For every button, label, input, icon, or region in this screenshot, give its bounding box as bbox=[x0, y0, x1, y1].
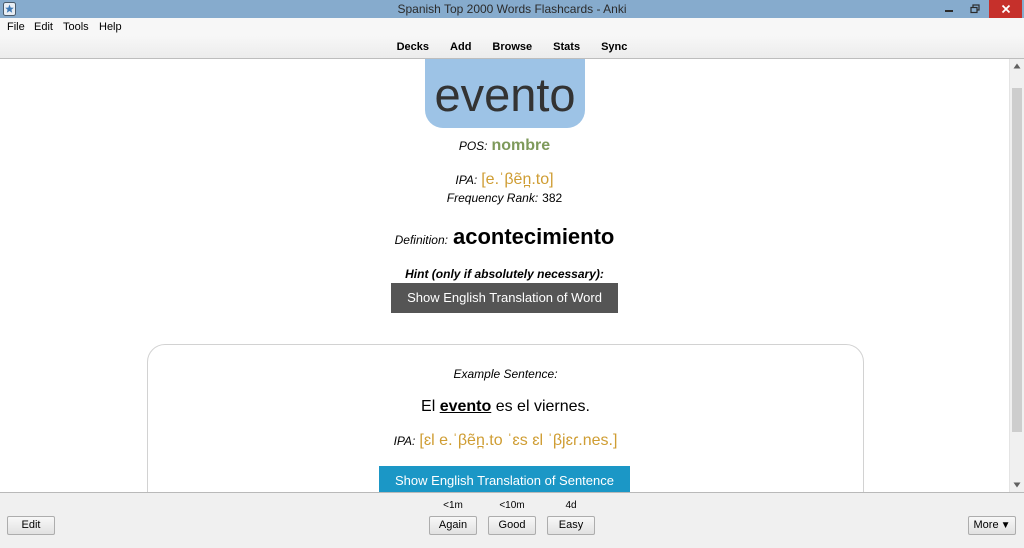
ipa-label: IPA: bbox=[455, 173, 478, 187]
word-box: evento bbox=[425, 59, 585, 128]
card-view: evento POS: nombre IPA: [e.ˈβẽn̪.to] Frequ… bbox=[0, 59, 1009, 492]
menu-help[interactable]: Help bbox=[97, 18, 124, 36]
scrollbar-thumb[interactable] bbox=[1012, 88, 1022, 432]
easy-button[interactable]: Easy bbox=[547, 516, 595, 535]
ipa-value: [e.ˈβẽn̪.to] bbox=[481, 171, 554, 188]
pos-label: POS: bbox=[458, 139, 488, 153]
toolbar-add[interactable]: Add bbox=[450, 40, 471, 54]
again-interval: <1m bbox=[443, 500, 463, 511]
minimize-icon bbox=[945, 10, 953, 12]
again-button[interactable]: Again bbox=[429, 516, 477, 535]
restore-button[interactable] bbox=[963, 0, 987, 18]
pos-value: nombre bbox=[491, 137, 551, 154]
good-interval: <10m bbox=[499, 500, 525, 511]
caret-down-icon: ▼ bbox=[1000, 520, 1011, 531]
close-button[interactable] bbox=[989, 0, 1022, 18]
easy-interval: 4d bbox=[565, 500, 577, 511]
hint-label: Hint (only if absolutely necessary): bbox=[405, 267, 604, 281]
example-sentence-label-row: Example Sentence: bbox=[148, 364, 863, 384]
sentence-after: es el viernes. bbox=[491, 398, 590, 415]
menu-bar: File Edit Tools Help bbox=[0, 18, 1024, 36]
menu-tools[interactable]: Tools bbox=[61, 18, 91, 36]
scroll-up-arrow-icon bbox=[1013, 63, 1021, 69]
answer-bar: Edit <1m Again <10m Good 4d Easy More ▼ bbox=[0, 492, 1024, 548]
edit-button[interactable]: Edit bbox=[7, 516, 55, 535]
good-button[interactable]: Good bbox=[488, 516, 536, 535]
frequency-rank-value: 382 bbox=[542, 191, 563, 205]
main-toolbar: Decks Add Browse Stats Sync bbox=[0, 36, 1024, 59]
title-bar: Spanish Top 2000 Words Flashcards - Anki bbox=[0, 0, 1024, 18]
toolbar-sync[interactable]: Sync bbox=[601, 40, 627, 54]
scroll-up-button[interactable] bbox=[1010, 59, 1024, 73]
anki-window: Spanish Top 2000 Words Flashcards - Anki… bbox=[0, 0, 1024, 548]
example-sentence-box: Example Sentence: El evento es el vierne… bbox=[147, 344, 864, 492]
close-icon bbox=[1001, 4, 1010, 14]
example-sentence: El evento es el viernes. bbox=[148, 396, 863, 418]
more-label: More bbox=[973, 519, 999, 531]
sentence-ipa-value: [ɛl e.ˈβẽn̪.to ˈɛs ɛl ˈβjɛɾ.nes.] bbox=[419, 432, 618, 449]
sentence-highlighted-word: evento bbox=[439, 398, 492, 415]
toolbar-decks[interactable]: Decks bbox=[397, 40, 429, 54]
definition-value: acontecimiento bbox=[453, 224, 615, 249]
toolbar-browse[interactable]: Browse bbox=[492, 40, 532, 54]
example-sentence-label: Example Sentence: bbox=[453, 367, 558, 381]
definition-label: Definition: bbox=[394, 233, 448, 247]
scroll-down-button[interactable] bbox=[1010, 478, 1024, 492]
more-button[interactable]: More ▼ bbox=[968, 516, 1016, 535]
frequency-rank-label: Frequency Rank: bbox=[446, 191, 539, 205]
frequency-rank-row: Frequency Rank: 382 bbox=[0, 188, 1009, 208]
sentence-ipa-label: IPA: bbox=[393, 434, 416, 448]
menu-edit[interactable]: Edit bbox=[32, 18, 55, 36]
show-word-translation-button[interactable]: Show English Translation of Word bbox=[391, 283, 618, 313]
show-sentence-translation-button[interactable]: Show English Translation of Sentence bbox=[379, 466, 630, 492]
sentence-before: El bbox=[421, 398, 440, 415]
definition-row: Definition: acontecimiento bbox=[0, 223, 1009, 254]
window-title: Spanish Top 2000 Words Flashcards - Anki bbox=[397, 2, 627, 16]
vertical-scrollbar[interactable] bbox=[1009, 59, 1024, 492]
minimize-button[interactable] bbox=[937, 0, 961, 18]
sentence-ipa-row: IPA: [ɛl e.ˈβẽn̪.to ˈɛs ɛl ˈβjɛɾ.nes.] bbox=[148, 431, 863, 451]
toolbar-stats[interactable]: Stats bbox=[553, 40, 580, 54]
restore-icon bbox=[970, 4, 980, 14]
card-word: evento bbox=[434, 68, 576, 121]
menu-file[interactable]: File bbox=[5, 18, 27, 36]
scroll-down-arrow-icon bbox=[1013, 482, 1021, 488]
pos-row: POS: nombre bbox=[0, 136, 1009, 156]
ipa-row: IPA: [e.ˈβẽn̪.to] bbox=[0, 170, 1009, 190]
